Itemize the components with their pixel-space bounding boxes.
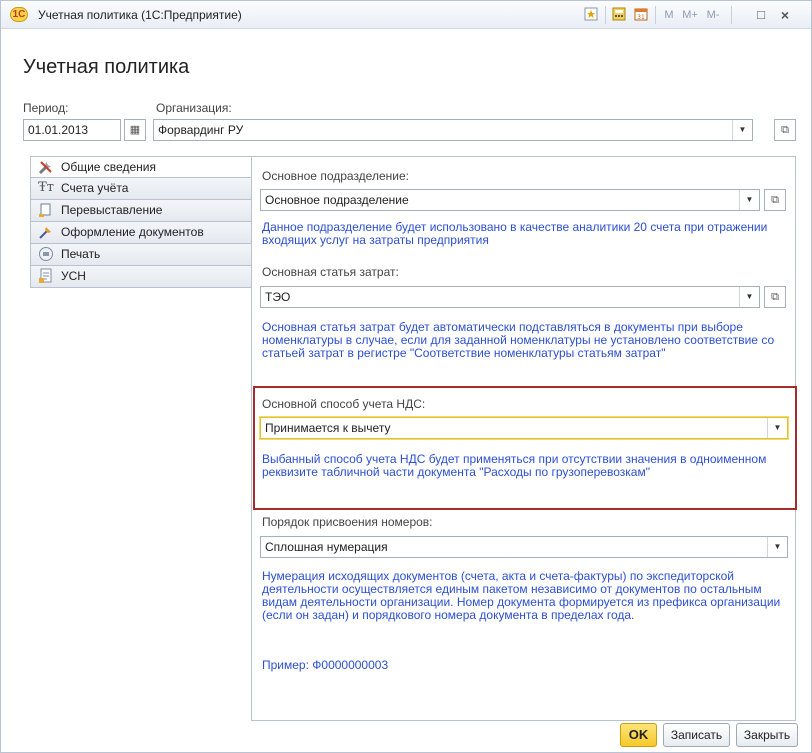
tab-label: Оформление документов: [61, 225, 204, 239]
division-label: Основное подразделение:: [262, 169, 409, 183]
organization-label: Организация:: [156, 101, 232, 115]
calendar-picker-icon[interactable]: ▦: [124, 119, 146, 141]
cost-item-field[interactable]: ТЭО ▼: [260, 286, 760, 308]
open-cost-item-icon[interactable]: ⧉: [764, 286, 786, 308]
save-button[interactable]: Записать: [663, 723, 730, 747]
tab-rebilling[interactable]: Перевыставление: [30, 200, 252, 222]
open-organization-icon[interactable]: ⧉: [774, 119, 796, 141]
division-field[interactable]: Основное подразделение ▼: [260, 189, 760, 211]
close-icon[interactable]: ×: [777, 7, 793, 23]
calendar-icon[interactable]: 31: [633, 7, 649, 23]
dropdown-arrow-icon[interactable]: ▼: [767, 418, 787, 438]
period-label: Период:: [23, 101, 69, 115]
tab-label: Печать: [61, 247, 101, 261]
organization-value: Форвардинг РУ: [158, 123, 244, 137]
tab-documents[interactable]: Оформление документов: [30, 222, 252, 244]
main-window: 1C Учетная политика (1С:Предприятие) 31 …: [0, 0, 812, 753]
tab-label: Счета учёта: [61, 181, 129, 195]
division-value: Основное подразделение: [265, 193, 409, 207]
numbering-example: Пример: Ф0000000003: [262, 658, 389, 672]
numbering-field[interactable]: Сплошная нумерация ▼: [260, 536, 788, 558]
close-button[interactable]: Закрыть: [736, 723, 798, 747]
general-panel: Основное подразделение: Основное подразд…: [251, 156, 796, 721]
period-field[interactable]: 01.01.2013: [23, 119, 121, 141]
cost-item-label: Основная статья затрат:: [262, 265, 399, 279]
vat-hint: Выбанный способ учета НДС будет применят…: [262, 452, 767, 479]
division-hint: Данное подразделение будет использовано …: [262, 220, 768, 247]
dropdown-arrow-icon[interactable]: ▼: [767, 537, 787, 557]
dropdown-arrow-icon[interactable]: ▼: [732, 120, 752, 140]
tab-label: УСН: [61, 269, 86, 283]
dropdown-arrow-icon[interactable]: ▼: [739, 287, 759, 307]
window-title: Учетная политика (1С:Предприятие): [38, 8, 242, 22]
vat-field[interactable]: Принимается к вычету ▼: [260, 417, 788, 439]
tabs-list: Общие сведения Ŧт Счета учёта Перевыстав…: [30, 156, 252, 288]
cost-item-hint: Основная статья затрат будет автоматичес…: [262, 320, 775, 360]
tab-print[interactable]: Печать: [30, 244, 252, 266]
rebilling-icon: [37, 202, 55, 218]
usn-icon: [37, 268, 55, 284]
tools-icon: [37, 159, 55, 175]
tab-accounts[interactable]: Ŧт Счета учёта: [30, 178, 252, 200]
cost-item-value: ТЭО: [265, 290, 291, 304]
dropdown-arrow-icon[interactable]: ▼: [739, 190, 759, 210]
vat-label: Основной способ учета НДС:: [262, 397, 426, 411]
toolbar-separator: [731, 6, 732, 24]
tab-label: Общие сведения: [61, 160, 156, 174]
memory-plus-button[interactable]: M+: [679, 7, 701, 23]
favorites-icon[interactable]: [583, 7, 599, 23]
title-bar: 1C Учетная политика (1С:Предприятие) 31 …: [1, 1, 811, 29]
toolbar-separator: [605, 6, 606, 24]
toolbar-separator: [655, 6, 656, 24]
app-logo-icon[interactable]: 1C: [10, 7, 28, 22]
tab-label: Перевыставление: [61, 203, 163, 217]
ok-button[interactable]: OK: [620, 723, 657, 747]
vat-value: Принимается к вычету: [265, 421, 391, 435]
svg-text:31: 31: [637, 14, 645, 21]
numbering-hint: Нумерация исходящих документов (счета, а…: [262, 569, 781, 622]
maximize-icon[interactable]: □: [753, 7, 769, 23]
tab-usn[interactable]: УСН: [30, 266, 252, 288]
calculator-icon[interactable]: [611, 7, 627, 23]
organization-field[interactable]: Форвардинг РУ ▼: [153, 119, 753, 141]
accounts-icon: Ŧт: [38, 180, 54, 195]
numbering-value: Сплошная нумерация: [265, 540, 388, 554]
memory-m-button[interactable]: M: [661, 7, 677, 23]
memory-minus-button[interactable]: M-: [703, 7, 723, 23]
print-icon: [37, 246, 55, 262]
open-division-icon[interactable]: ⧉: [764, 189, 786, 211]
page-title: Учетная политика: [23, 56, 190, 78]
numbering-label: Порядок присвоения номеров:: [262, 515, 433, 529]
documents-icon: [37, 224, 55, 240]
tab-general[interactable]: Общие сведения: [30, 156, 252, 178]
